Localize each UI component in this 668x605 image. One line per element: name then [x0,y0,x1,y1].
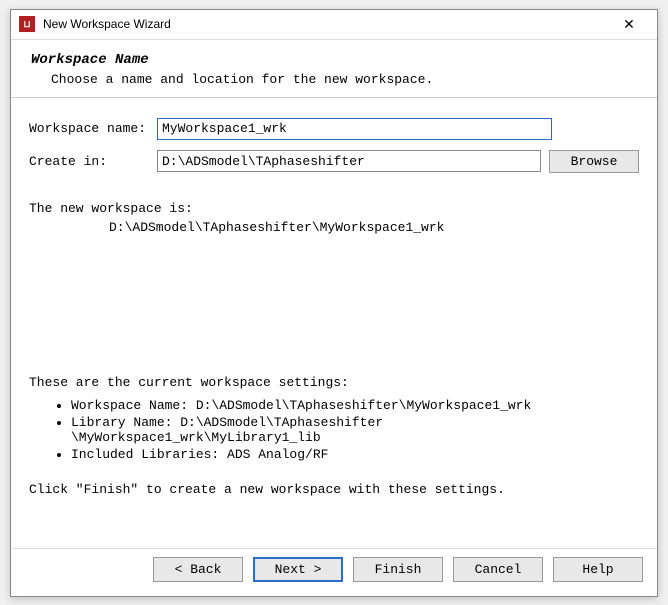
finish-note: Click "Finish" to create a new workspace… [29,482,639,497]
titlebar: ⊔ New Workspace Wizard ✕ [11,10,657,40]
workspace-name-row: Workspace name: [29,118,639,140]
help-button[interactable]: Help [553,557,643,582]
create-in-row: Create in: Browse [29,150,639,173]
setting-included-libs: Included Libraries: ADS Analog/RF [71,447,639,462]
app-icon: ⊔ [19,16,35,32]
info-path: D:\ADSmodel\TAphaseshifter\MyWorkspace1_… [29,220,639,235]
create-in-input[interactable] [157,150,541,172]
workspace-name-input[interactable] [157,118,552,140]
new-workspace-info: The new workspace is: D:\ADSmodel\TAphas… [29,201,639,235]
wizard-content: Workspace name: Create in: Browse The ne… [11,98,657,548]
button-bar: < Back Next > Finish Cancel Help [11,548,657,596]
setting-library-name: Library Name: D:\ADSmodel\TAphaseshifter… [71,415,639,445]
settings-title: These are the current workspace settings… [29,375,639,390]
workspace-name-label: Workspace name: [29,121,149,136]
page-description: Choose a name and location for the new w… [31,72,637,87]
close-button[interactable]: ✕ [609,9,649,39]
wizard-window: ⊔ New Workspace Wizard ✕ Workspace Name … [10,9,658,597]
finish-button[interactable]: Finish [353,557,443,582]
back-button[interactable]: < Back [153,557,243,582]
info-title: The new workspace is: [29,201,639,216]
page-title: Workspace Name [31,52,637,68]
wizard-header: Workspace Name Choose a name and locatio… [11,40,657,98]
next-button[interactable]: Next > [253,557,343,582]
cancel-button[interactable]: Cancel [453,557,543,582]
settings-block: These are the current workspace settings… [29,375,639,497]
browse-button[interactable]: Browse [549,150,639,173]
setting-workspace-name: Workspace Name: D:\ADSmodel\TAphaseshift… [71,398,639,413]
create-in-label: Create in: [29,154,149,169]
window-title: New Workspace Wizard [43,17,609,31]
settings-list: Workspace Name: D:\ADSmodel\TAphaseshift… [29,398,639,462]
